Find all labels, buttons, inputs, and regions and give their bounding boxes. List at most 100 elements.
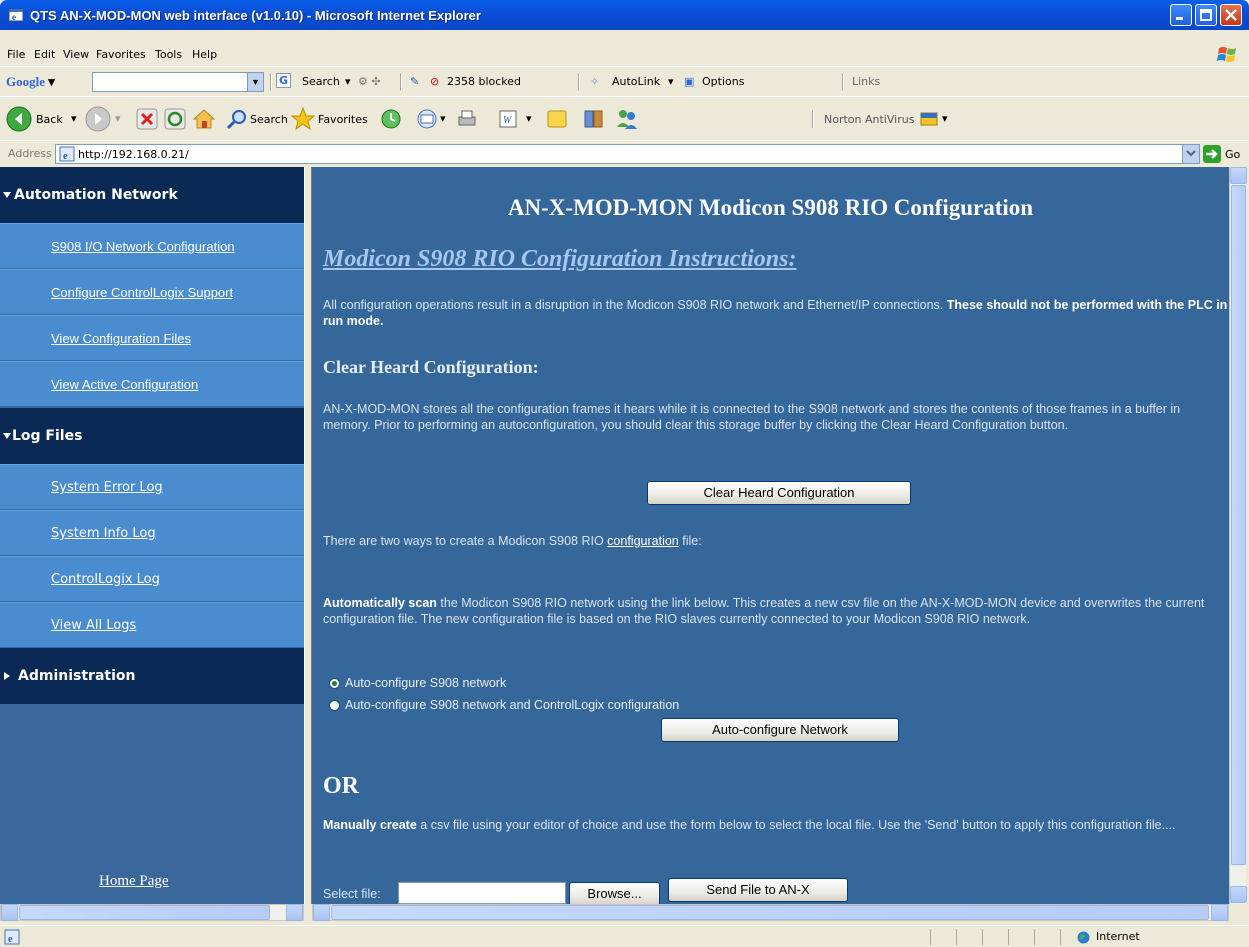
close-button[interactable] xyxy=(1220,4,1242,26)
scroll-thumb[interactable] xyxy=(1231,185,1246,865)
discuss-icon[interactable] xyxy=(546,108,568,130)
radio-auto-configure-s908[interactable] xyxy=(329,678,340,689)
sidebar-item-s908-io-network-configuration[interactable]: S908 I/O Network Configuration xyxy=(0,223,304,269)
messenger-icon[interactable] xyxy=(614,107,640,131)
google-g-icon[interactable]: G xyxy=(276,73,292,88)
sidebar-item-system-error-log[interactable]: System Error Log xyxy=(0,464,304,510)
scroll-up-icon[interactable] xyxy=(1230,167,1247,184)
sidebar-link[interactable]: View Active Configuration xyxy=(51,377,198,392)
scroll-thumb[interactable] xyxy=(331,905,1209,920)
page-rank-icon[interactable]: ⚙ ✣ xyxy=(358,75,381,88)
back-button[interactable]: Back xyxy=(36,113,63,126)
nav-section-log-files[interactable]: Log Files xyxy=(0,408,304,464)
chevron-down-icon[interactable] xyxy=(1182,145,1199,163)
sidebar-item-configure-controllogix-support[interactable]: Configure ControlLogix Support xyxy=(0,269,304,315)
sidebar-item-view-all-logs[interactable]: View All Logs xyxy=(0,602,304,648)
links-toolbar[interactable]: Links xyxy=(852,75,880,88)
sidebar-item-controllogix-log[interactable]: ControlLogix Log xyxy=(0,556,304,602)
scroll-left-icon[interactable] xyxy=(1,904,18,921)
norton-antivirus-label[interactable]: Norton AntiVirus xyxy=(824,113,914,126)
nav-horizontal-scrollbar[interactable] xyxy=(0,904,304,921)
sidebar-link[interactable]: S908 I/O Network Configuration xyxy=(51,239,235,254)
nav-section-administration[interactable]: Administration xyxy=(0,648,304,704)
refresh-icon[interactable] xyxy=(164,108,186,130)
status-cell xyxy=(982,929,983,945)
options-button[interactable]: Options xyxy=(702,75,744,88)
configuration-link[interactable]: configuration xyxy=(607,534,679,548)
sidebar-link[interactable]: View All Logs xyxy=(51,618,136,633)
history-icon[interactable] xyxy=(380,108,402,130)
chevron-down-icon[interactable]: ▾ xyxy=(942,112,948,125)
instructions-title[interactable]: Modicon S908 RIO Configuration Instructi… xyxy=(323,246,796,273)
mail-icon[interactable] xyxy=(416,108,438,130)
sidebar-link[interactable]: System Info Log xyxy=(51,526,156,541)
file-path-input[interactable] xyxy=(398,882,566,904)
send-file-button[interactable]: Send File to AN-X xyxy=(668,878,848,902)
menu-view[interactable]: View xyxy=(63,48,89,61)
content-vertical-scrollbar[interactable] xyxy=(1229,167,1247,904)
security-zone: Internet xyxy=(1096,930,1140,943)
status-cell xyxy=(1060,929,1061,945)
forward-arrow-icon[interactable] xyxy=(85,106,111,132)
chevron-down-icon[interactable]: ▾ xyxy=(526,112,532,125)
scroll-thumb[interactable] xyxy=(19,905,270,920)
chevron-down-icon[interactable]: ▾ xyxy=(668,75,674,88)
scroll-left-icon[interactable] xyxy=(313,904,330,921)
menu-favorites[interactable]: Favorites xyxy=(96,48,146,61)
google-search-input[interactable]: ▼ xyxy=(92,72,264,92)
window-title-bar[interactable]: e QTS AN-X-MOD-MON web interface (v1.0.1… xyxy=(0,0,1249,30)
research-icon[interactable] xyxy=(582,107,606,131)
menu-bar: File Edit View Favorites Tools Help xyxy=(0,44,1249,66)
maximize-button[interactable] xyxy=(1195,4,1217,26)
sidebar-link[interactable]: View Configuration Files xyxy=(51,331,191,346)
menu-help[interactable]: Help xyxy=(192,48,217,61)
popup-blocked-count[interactable]: 2358 blocked xyxy=(447,75,521,88)
google-logo[interactable]: Google ▾ xyxy=(6,74,55,90)
norton-icon[interactable] xyxy=(920,111,938,127)
manual-create-description: Manually create a csv file using your ed… xyxy=(323,817,1228,833)
svg-text:e: e xyxy=(63,151,68,162)
sidebar-item-system-info-log[interactable]: System Info Log xyxy=(0,510,304,556)
scroll-right-icon[interactable] xyxy=(1211,904,1228,921)
search-button[interactable]: Search xyxy=(250,113,288,126)
print-icon[interactable] xyxy=(456,108,478,130)
sidebar-item-view-configuration-files[interactable]: View Configuration Files xyxy=(0,315,304,361)
nav-section-label: Administration xyxy=(18,668,136,684)
auto-scan-description: Automatically scan the Modicon S908 RIO … xyxy=(323,595,1228,627)
home-page-link[interactable]: Home Page xyxy=(99,873,169,890)
scroll-down-icon[interactable] xyxy=(1230,886,1247,903)
clear-heard-description: AN-X-MOD-MON stores all the configuratio… xyxy=(323,402,1181,432)
clear-heard-configuration-button[interactable]: Clear Heard Configuration xyxy=(647,481,911,505)
manual-create-text: a csv file using your editor of choice a… xyxy=(416,818,1176,832)
menu-tools[interactable]: Tools xyxy=(155,48,182,61)
nav-section-automation-network[interactable]: Automation Network xyxy=(0,167,304,223)
scroll-right-icon[interactable] xyxy=(286,904,303,921)
minimize-button[interactable] xyxy=(1170,4,1192,26)
auto-configure-network-button[interactable]: Auto-configure Network xyxy=(661,718,899,742)
chevron-down-icon[interactable]: ▾ xyxy=(345,75,351,88)
content-horizontal-scrollbar[interactable] xyxy=(312,904,1229,921)
menu-file[interactable]: File xyxy=(7,48,25,61)
chevron-down-icon[interactable]: ▾ xyxy=(71,112,77,125)
go-button[interactable]: Go xyxy=(1203,145,1247,163)
chevron-down-icon[interactable]: ▾ xyxy=(440,112,446,125)
sidebar-item-view-active-configuration[interactable]: View Active Configuration xyxy=(0,361,304,407)
edit-word-icon[interactable]: W xyxy=(498,109,518,129)
sidebar-link[interactable]: Configure ControlLogix Support xyxy=(51,285,233,300)
nav-section-label: Automation Network xyxy=(14,187,178,203)
chevron-down-icon[interactable]: ▼ xyxy=(247,73,263,91)
autolink-button[interactable]: AutoLink xyxy=(612,75,660,88)
google-search-button[interactable]: Search xyxy=(302,75,340,88)
sidebar-link[interactable]: System Error Log xyxy=(51,480,163,495)
home-icon[interactable] xyxy=(192,107,216,131)
address-input[interactable]: e http://192.168.0.21/ xyxy=(55,144,1200,164)
sidebar-link[interactable]: ControlLogix Log xyxy=(51,572,160,587)
favorites-button[interactable]: Favorites xyxy=(318,113,368,126)
stop-icon[interactable] xyxy=(136,108,158,130)
radio-auto-configure-s908-controllogix[interactable] xyxy=(329,700,340,711)
menu-edit[interactable]: Edit xyxy=(34,48,55,61)
chevron-down-icon[interactable]: ▾ xyxy=(115,112,121,125)
back-arrow-icon[interactable] xyxy=(6,106,32,132)
browse-button[interactable]: Browse... xyxy=(569,882,660,904)
frame-divider[interactable] xyxy=(304,167,312,904)
